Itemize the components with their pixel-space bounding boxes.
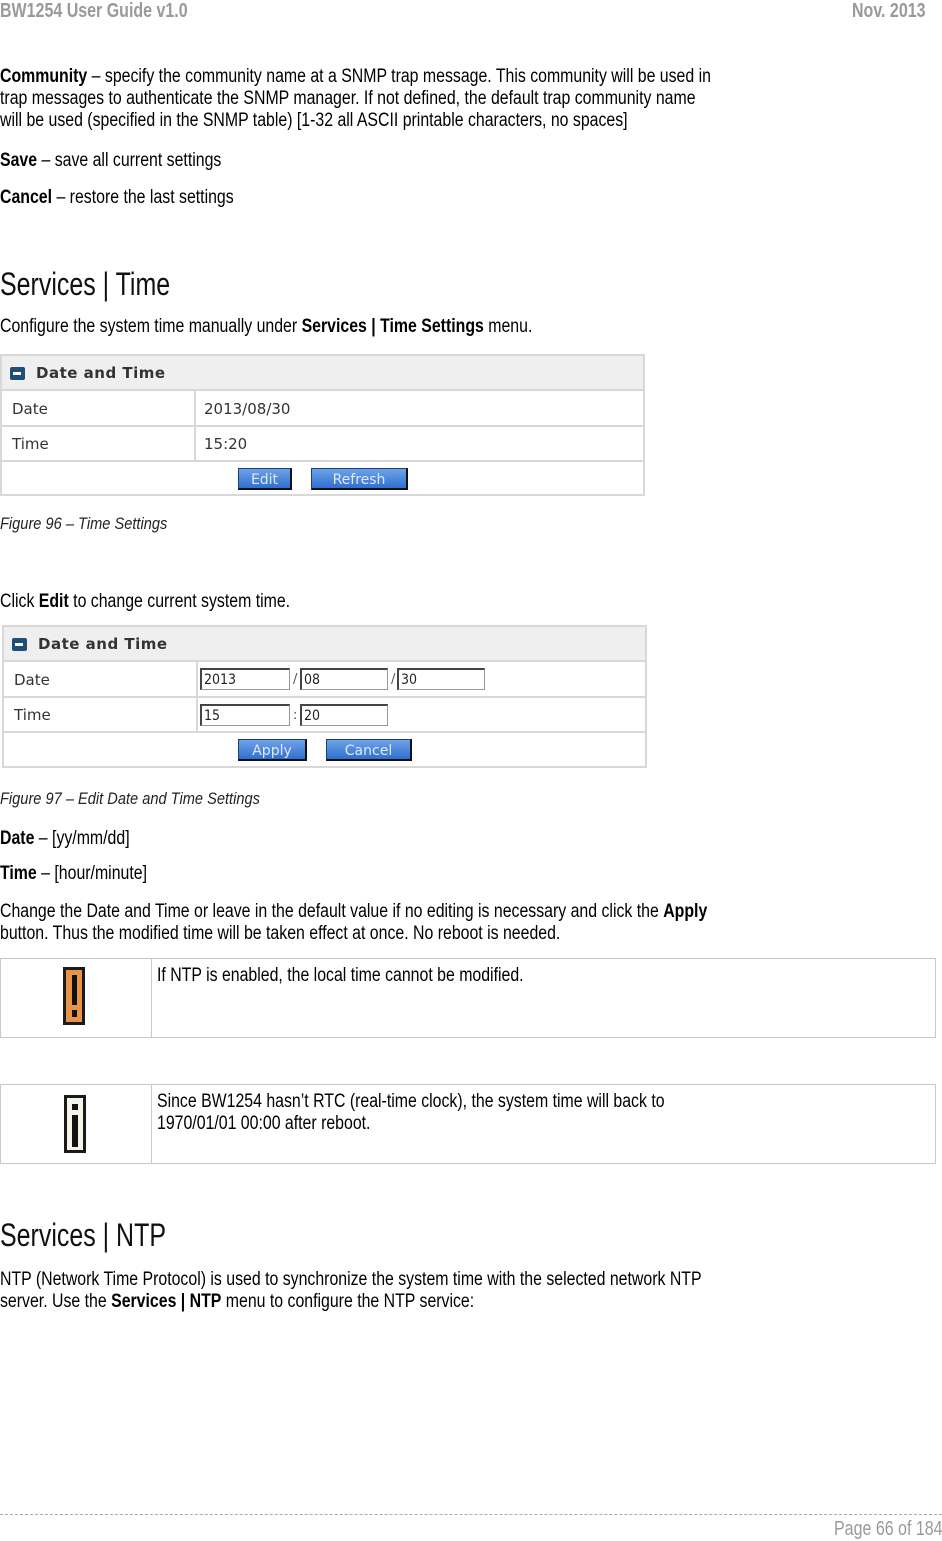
community-desc: – specify the community name at a SNMP t… — [87, 66, 711, 87]
save-term: Save — [0, 150, 38, 171]
desc-pre: Configure the system time manually under — [0, 316, 302, 337]
change-paragraph: Change the Date and Time or leave in the… — [0, 901, 847, 945]
date-row: Date 2013 / 08 / 30 — [4, 662, 645, 698]
info-line-2: 1970/01/01 00:00 after reboot. — [157, 1113, 371, 1134]
community-paragraph: Community – specify the community name a… — [0, 66, 851, 132]
figure-96-caption: Figure 96 – Time Settings — [0, 514, 195, 534]
date-label: Date — [12, 400, 48, 418]
time-section-desc: Configure the system time manually under… — [0, 316, 638, 338]
date-value: 2013/08/30 — [204, 400, 291, 418]
date-field-desc: Date – [yy/mm/dd] — [0, 828, 155, 850]
time-row: Time 15:20 — [2, 427, 643, 462]
note-icon-cell — [1, 1085, 152, 1163]
hour-input[interactable]: 15 — [200, 704, 290, 726]
date-term: Date — [0, 828, 35, 849]
panel-title: Date and Time — [36, 364, 166, 382]
ntp-line-2-post: menu to configure the NTP service: — [221, 1291, 475, 1312]
day-input[interactable]: 30 — [397, 668, 485, 690]
column-divider — [194, 427, 196, 460]
cancel-desc: – restore the last settings — [52, 187, 234, 208]
panel-header: Date and Time — [2, 356, 643, 391]
time-term: Time — [0, 863, 37, 884]
panel-title: Date and Time — [38, 635, 168, 653]
menu-path: Services | Time Settings — [301, 316, 484, 337]
refresh-button[interactable]: Refresh — [311, 468, 408, 490]
edit-button[interactable]: Edit — [238, 468, 292, 490]
date-label: Date — [14, 671, 50, 689]
time-label: Time — [14, 706, 51, 724]
column-divider — [196, 698, 198, 731]
button-row: Edit Refresh — [2, 462, 643, 496]
figure-96-caption-text: Figure 96 – Time Settings — [0, 514, 168, 533]
info-note: Since BW1254 hasn’t RTC (real-time clock… — [0, 1084, 936, 1164]
section-heading-ntp-text: Services | NTP — [0, 1217, 166, 1253]
cancel-term: Cancel — [0, 187, 53, 208]
ntp-line-1: NTP (Network Time Protocol) is used to s… — [0, 1269, 702, 1290]
save-paragraph: Save – save all current settings — [0, 150, 265, 172]
community-line-3: will be used (specified in the SNMP tabl… — [0, 110, 628, 131]
date-row: Date 2013/08/30 — [2, 391, 643, 427]
section-heading-time: Services | Time — [0, 266, 218, 303]
change-line-2: button. Thus the modified time will be t… — [0, 923, 561, 944]
apply-button[interactable]: Apply — [238, 739, 307, 761]
time-label: Time — [12, 435, 49, 453]
page-number-text: Page 66 of 184 — [834, 1518, 942, 1540]
section-heading-time-text: Services | Time — [0, 266, 171, 302]
edit-date-time-panel: Date and Time Date 2013 / 08 / 30 Time 1… — [2, 625, 647, 768]
date-time-panel: Date and Time Date 2013/08/30 Time 15:20… — [0, 354, 645, 496]
time-value: 15:20 — [204, 435, 248, 453]
change-line-1-text: Change the Date and Time or leave in the… — [0, 901, 664, 922]
page-number: Page 66 of 184 — [834, 1518, 942, 1541]
cancel-button[interactable]: Cancel — [326, 739, 412, 761]
warning-note-text: If NTP is enabled, the local time cannot… — [157, 965, 596, 987]
time-field-desc: Time – [hour/minute] — [0, 863, 176, 885]
community-term: Community — [0, 66, 88, 87]
click-edit-post: to change current system time. — [68, 591, 291, 612]
ntp-menu-path: Services | NTP — [111, 1291, 222, 1312]
desc-post: menu. — [483, 316, 533, 337]
date-separator: / — [391, 672, 396, 687]
note-icon-cell — [1, 959, 152, 1037]
section-heading-ntp: Services | NTP — [0, 1217, 213, 1254]
date-separator: / — [293, 672, 298, 687]
click-edit-bold: Edit — [38, 591, 69, 612]
community-line-1: Community – specify the community name a… — [0, 66, 711, 88]
figure-97-caption: Figure 97 – Edit Date and Time Settings — [0, 789, 302, 809]
column-divider — [194, 391, 196, 425]
time-separator: : — [293, 708, 298, 723]
doc-header-date: Nov. 2013 — [852, 0, 942, 23]
doc-date-text: Nov. 2013 — [852, 0, 926, 22]
doc-title-text: BW1254 User Guide v1.0 — [0, 0, 188, 22]
info-icon — [64, 1095, 86, 1153]
click-edit-pre: Click — [0, 591, 39, 612]
ntp-paragraph: NTP (Network Time Protocol) is used to s… — [0, 1269, 840, 1313]
button-row: Apply Cancel — [4, 733, 645, 768]
date-format: – [yy/mm/dd] — [34, 828, 130, 849]
warning-icon — [63, 967, 85, 1025]
community-line-2: trap messages to authenticate the SNMP m… — [0, 88, 696, 109]
footer-divider — [0, 1514, 942, 1515]
apply-term: Apply — [663, 901, 708, 922]
panel-arrow-icon — [12, 638, 27, 651]
ntp-line-2-pre: server. Use the — [0, 1291, 112, 1312]
figure-97-caption-text: Figure 97 – Edit Date and Time Settings — [0, 789, 260, 808]
month-input[interactable]: 08 — [300, 668, 388, 690]
cancel-paragraph: Cancel – restore the last settings — [0, 187, 280, 209]
time-format: – [hour/minute] — [36, 863, 147, 884]
info-line-1: Since BW1254 hasn’t RTC (real-time clock… — [157, 1091, 665, 1112]
minute-input[interactable]: 20 — [300, 704, 388, 726]
column-divider — [196, 662, 198, 696]
info-note-text: Since BW1254 hasn’t RTC (real-time clock… — [157, 1091, 765, 1135]
panel-arrow-icon — [10, 367, 25, 380]
doc-header-title: BW1254 User Guide v1.0 — [0, 0, 235, 23]
ntp-line-2: server. Use the Services | NTP menu to c… — [0, 1291, 474, 1313]
time-row: Time 15 : 20 — [4, 698, 645, 733]
warning-text: If NTP is enabled, the local time cannot… — [157, 965, 524, 986]
change-line-1: Change the Date and Time or leave in the… — [0, 901, 707, 923]
warning-note: If NTP is enabled, the local time cannot… — [0, 958, 936, 1038]
save-desc: – save all current settings — [37, 150, 222, 171]
panel-header: Date and Time — [4, 627, 645, 662]
click-edit-paragraph: Click Edit to change current system time… — [0, 591, 347, 613]
year-input[interactable]: 2013 — [200, 668, 290, 690]
